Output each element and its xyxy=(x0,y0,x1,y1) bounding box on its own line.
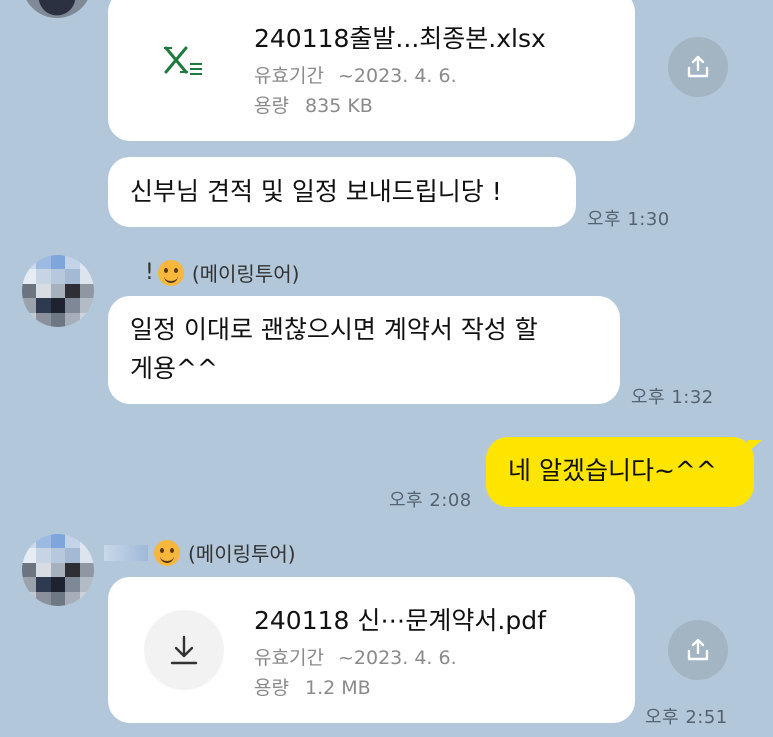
blurred-name-mosaic xyxy=(104,544,148,561)
expiry-value: ~2023. 4. 6. xyxy=(337,647,457,669)
message-text-line-2: 게용^^ xyxy=(130,354,218,383)
file-size: 용량 835 KB xyxy=(254,91,373,118)
size-value: 1.2 MB xyxy=(305,677,371,699)
my-message-bubble[interactable]: 네 알겠습니다~^^ xyxy=(486,437,754,507)
message-bubble[interactable]: 일정 이대로 괜찮으시면 계약서 작성 할 게용^^ xyxy=(108,296,620,404)
file-expiry: 유효기간 ~2023. 4. 6. xyxy=(254,643,457,670)
sender-avatar[interactable] xyxy=(22,255,94,327)
share-icon xyxy=(687,55,709,78)
smile-emoji-icon xyxy=(154,539,180,566)
expiry-value: ~2023. 4. 6. xyxy=(337,65,457,87)
size-label: 용량 xyxy=(254,677,289,699)
excel-file-icon xyxy=(160,42,210,82)
message-text-line-1: 일정 이대로 괜찮으시면 계약서 작성 할 xyxy=(130,315,538,344)
message-time: 오후 2:51 xyxy=(645,707,728,728)
message-bubble[interactable]: 신부님 견적 및 일정 보내드립니당 ! xyxy=(108,157,576,227)
bubble-tail xyxy=(748,440,762,452)
size-label: 용량 xyxy=(254,95,289,117)
size-value: 835 KB xyxy=(305,95,373,117)
file-name: 240118 신⋯문계약서.pdf xyxy=(254,606,546,635)
sender-avatar[interactable] xyxy=(22,534,94,606)
file-bubble-pdf[interactable]: 240118 신⋯문계약서.pdf 유효기간 ~2023. 4. 6. 용량 1… xyxy=(108,577,635,723)
file-bubble-xlsx[interactable]: 240118출발...최종본.xlsx 유효기간 ~2023. 4. 6. 용량… xyxy=(108,0,635,141)
smile-emoji-icon xyxy=(157,259,184,286)
sender-name-row: (메이링투어) xyxy=(104,538,296,567)
file-size: 용량 1.2 MB xyxy=(254,673,371,700)
message-text: 신부님 견적 및 일정 보내드립니당 ! xyxy=(130,177,502,206)
share-icon xyxy=(687,638,709,661)
expiry-label: 유효기간 xyxy=(254,647,324,669)
sender-name: (메이링투어) xyxy=(188,542,296,566)
message-time: 오후 1:32 xyxy=(631,387,714,408)
sender-name: (메이링투어) xyxy=(191,262,300,286)
file-name: 240118출발...최종본.xlsx xyxy=(254,24,546,53)
avatar-top[interactable] xyxy=(22,0,92,18)
download-button[interactable] xyxy=(144,610,224,690)
file-expiry: 유효기간 ~2023. 4. 6. xyxy=(254,61,457,88)
message-text: 네 알겠습니다~^^ xyxy=(508,456,717,485)
share-button-1[interactable] xyxy=(668,37,728,97)
download-icon xyxy=(170,635,198,665)
share-button-2[interactable] xyxy=(668,620,728,680)
sender-prefix: ! xyxy=(145,260,154,285)
expiry-label: 유효기간 xyxy=(254,65,324,87)
sender-name-row: ! (메이링투어) xyxy=(145,258,299,287)
message-time: 오후 2:08 xyxy=(389,490,472,511)
message-time: 오후 1:30 xyxy=(587,209,670,230)
